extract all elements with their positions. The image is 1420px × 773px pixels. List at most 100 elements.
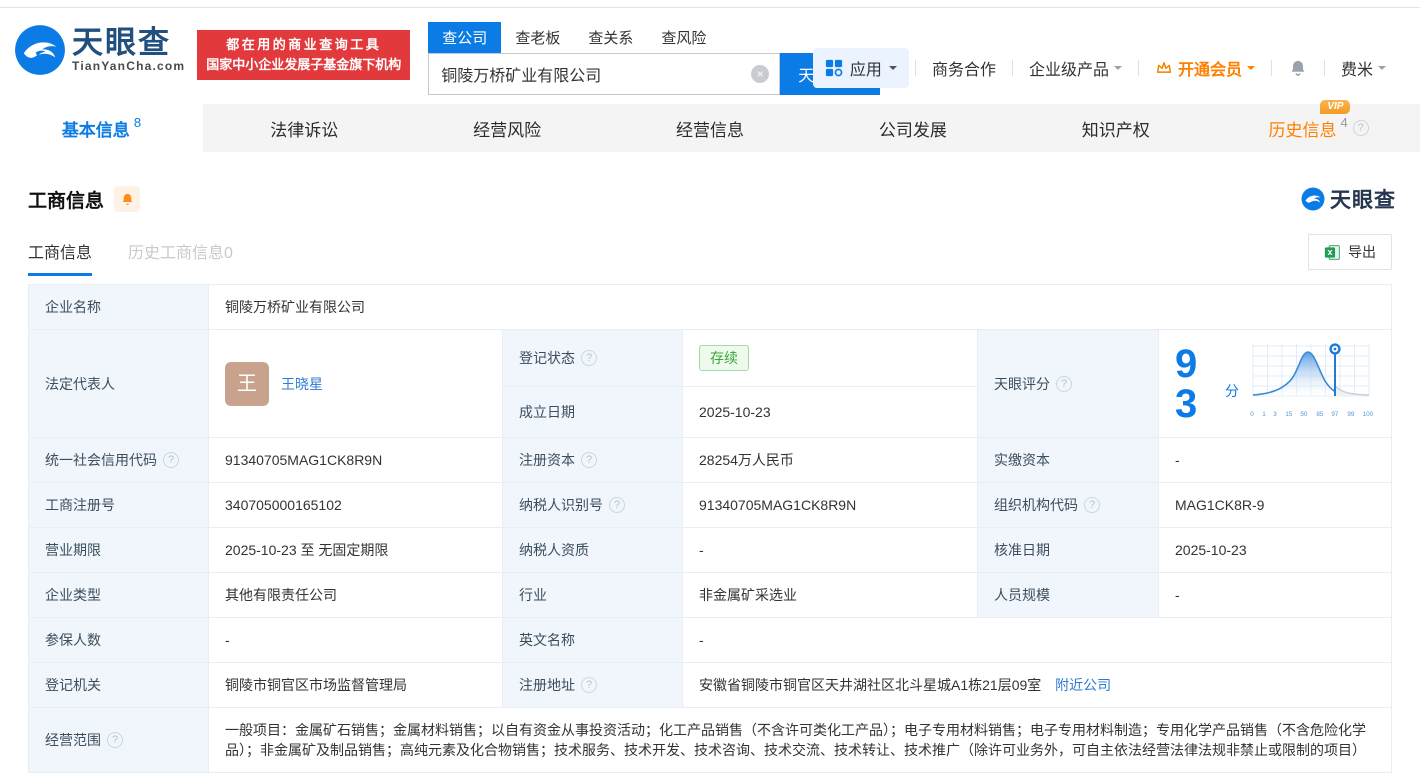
menu-cooperation[interactable]: 商务合作 bbox=[922, 56, 1006, 80]
table-row: 参保人数 - 英文名称 - bbox=[28, 617, 1392, 663]
slogan-badge: 都在用的商业查询工具 国家中小企业发展子基金旗下机构 bbox=[197, 30, 411, 81]
crown-icon bbox=[1156, 62, 1172, 73]
business-term-value: 2025-10-23 至 无固定期限 bbox=[208, 527, 503, 573]
help-icon[interactable] bbox=[1352, 120, 1369, 136]
field-label: 登记机关 bbox=[45, 677, 101, 693]
score-value: 93 bbox=[1175, 341, 1198, 426]
chevron-down-icon bbox=[888, 66, 897, 74]
help-icon[interactable] bbox=[581, 452, 597, 468]
tab-ip[interactable]: 知识产权 bbox=[1014, 104, 1217, 152]
vip-badge: VIP bbox=[1320, 99, 1351, 114]
tianyancha-logo-icon bbox=[1301, 187, 1325, 211]
field-label: 企业名称 bbox=[45, 299, 101, 315]
field-label: 法定代表人 bbox=[45, 375, 115, 392]
field-label: 成立日期 bbox=[519, 404, 575, 421]
paid-capital-value: - bbox=[1158, 437, 1392, 483]
table-row: 经营范围 一般项目：金属矿石销售；金属材料销售；以自有资金从事投资活动；化工产品… bbox=[28, 707, 1392, 773]
help-icon[interactable] bbox=[609, 497, 625, 513]
top-divider bbox=[0, 0, 1420, 8]
divider bbox=[914, 60, 916, 76]
score-distribution-chart: 0 1 3 15 50 85 97 99 100 bbox=[1249, 342, 1375, 425]
legal-rep-avatar[interactable]: 王 bbox=[225, 361, 269, 406]
tianyancha-logo-icon bbox=[15, 25, 65, 75]
business-scope-value: 一般项目：金属矿石销售；金属材料销售；以自有资金从事投资活动；化工产品销售（不含… bbox=[208, 707, 1392, 773]
taxpayer-id-value: 91340705MAG1CK8R9N bbox=[682, 482, 978, 528]
excel-icon bbox=[1324, 244, 1340, 260]
staff-size-value: - bbox=[1158, 572, 1392, 618]
monitor-bell-button[interactable] bbox=[114, 186, 141, 212]
table-row: 企业类型 其他有限责任公司 行业 非金属矿采选业 人员规模 - bbox=[28, 572, 1392, 618]
field-label: 统一社会信用代码 bbox=[45, 452, 157, 468]
reg-address-value: 安徽省铜陵市铜官区天井湖社区北斗星城A1栋21层09室 bbox=[699, 677, 1042, 693]
subtab-history-business-info[interactable]: 历史工商信息0 bbox=[128, 239, 233, 276]
subtab-business-info[interactable]: 工商信息 bbox=[28, 239, 93, 276]
establish-date-value: 2025-10-23 bbox=[682, 386, 978, 438]
field-label: 登记状态 bbox=[519, 350, 575, 367]
main-content: 工商信息 天眼查 工商信息 历史工商信息0 导出 企业名称 铜陵万桥矿业有限公司… bbox=[0, 184, 1420, 773]
search-tab-company[interactable]: 查公司 bbox=[428, 22, 502, 53]
english-name-value: - bbox=[682, 617, 1392, 663]
score-unit: 分 bbox=[1225, 382, 1239, 399]
header-nav: 应用 商务合作 企业级产品 开通会员 费米 bbox=[812, 48, 1396, 88]
field-label: 注册资本 bbox=[519, 452, 575, 468]
apps-menu[interactable]: 应用 bbox=[812, 48, 909, 88]
chevron-down-icon bbox=[1113, 66, 1122, 74]
slogan-line2: 国家中小企业发展子基金旗下机构 bbox=[206, 57, 402, 73]
apps-grid-icon bbox=[825, 59, 843, 77]
divider bbox=[1270, 60, 1272, 76]
table-row: 登记机关 铜陵市铜官区市场监督管理局 注册地址 安徽省铜陵市铜官区天井湖社区北斗… bbox=[28, 662, 1392, 708]
field-label: 英文名称 bbox=[519, 632, 575, 648]
field-label: 纳税人识别号 bbox=[519, 497, 603, 513]
tab-count: 8 bbox=[133, 114, 142, 130]
approval-date-value: 2025-10-23 bbox=[1158, 527, 1392, 573]
user-menu[interactable]: 费米 bbox=[1331, 56, 1396, 80]
field-label: 注册地址 bbox=[519, 677, 575, 693]
tab-operation-risk[interactable]: 经营风险 bbox=[406, 104, 609, 152]
field-label: 工商注册号 bbox=[45, 497, 115, 513]
tab-operation-info[interactable]: 经营信息 bbox=[609, 104, 812, 152]
search-tab-risk[interactable]: 查风险 bbox=[647, 22, 720, 53]
field-label: 行业 bbox=[519, 587, 547, 603]
brand-domain: TianYanCha.com bbox=[72, 59, 186, 74]
help-icon[interactable] bbox=[163, 452, 179, 468]
menu-open-vip[interactable]: 开通会员 bbox=[1145, 56, 1265, 80]
help-icon[interactable] bbox=[107, 732, 123, 748]
search-tab-relation[interactable]: 查关系 bbox=[574, 22, 647, 53]
field-label: 参保人数 bbox=[45, 632, 101, 648]
tab-development[interactable]: 公司发展 bbox=[811, 104, 1014, 152]
watermark-logo: 天眼查 bbox=[1301, 184, 1396, 214]
chevron-down-icon bbox=[1378, 66, 1386, 74]
tab-legal[interactable]: 法律诉讼 bbox=[203, 104, 406, 152]
help-icon[interactable] bbox=[581, 350, 597, 367]
tyc-score: 93 分 0 1 3 15 50 85 97 99 100 bbox=[1175, 342, 1375, 425]
search-input[interactable] bbox=[441, 65, 752, 83]
watermark-brand: 天眼查 bbox=[1330, 189, 1396, 212]
table-row: 企业名称 铜陵万桥矿业有限公司 bbox=[28, 284, 1392, 330]
help-icon[interactable] bbox=[1084, 497, 1100, 513]
menu-enterprise[interactable]: 企业级产品 bbox=[1019, 56, 1132, 80]
table-row: 营业期限 2025-10-23 至 无固定期限 纳税人资质 - 核准日期 202… bbox=[28, 527, 1392, 573]
industry-value: 非金属矿采选业 bbox=[682, 572, 978, 618]
help-icon[interactable] bbox=[581, 677, 597, 693]
tianyancha-logo[interactable]: 天眼查 TianYanCha.com bbox=[14, 24, 185, 76]
org-code-value: MAG1CK8R-9 bbox=[1158, 482, 1392, 528]
reg-capital-value: 28254万人民币 bbox=[682, 437, 978, 483]
slogan-line1: 都在用的商业查询工具 bbox=[226, 37, 382, 52]
apps-label: 应用 bbox=[849, 62, 882, 79]
company-tabs: 基本信息 8 法律诉讼 经营风险 经营信息 公司发展 知识产权 历史信息 VIP… bbox=[0, 99, 1420, 152]
tab-history-info[interactable]: 历史信息 VIP 4 bbox=[1217, 99, 1420, 152]
help-icon[interactable] bbox=[1056, 375, 1072, 392]
search-tab-boss[interactable]: 查老板 bbox=[501, 22, 574, 53]
legal-rep-link[interactable]: 王晓星 bbox=[281, 374, 323, 394]
username: 费米 bbox=[1340, 62, 1373, 79]
clear-search-icon[interactable] bbox=[751, 65, 770, 83]
business-info-table: 企业名称 铜陵万桥矿业有限公司 法定代表人 王 王晓星 登记状态 存续 天眼评分… bbox=[28, 284, 1392, 773]
table-row: 工商注册号 340705000165102 纳税人识别号 91340705MAG… bbox=[28, 482, 1392, 528]
notifications-button[interactable] bbox=[1278, 58, 1318, 78]
nearby-companies-link[interactable]: 附近公司 bbox=[1055, 677, 1111, 693]
export-button[interactable]: 导出 bbox=[1308, 234, 1392, 270]
tab-basic-info[interactable]: 基本信息 8 bbox=[0, 104, 203, 152]
field-label: 人员规模 bbox=[994, 587, 1050, 603]
insured-count-value: - bbox=[208, 617, 503, 663]
field-label: 天眼评分 bbox=[994, 375, 1050, 392]
